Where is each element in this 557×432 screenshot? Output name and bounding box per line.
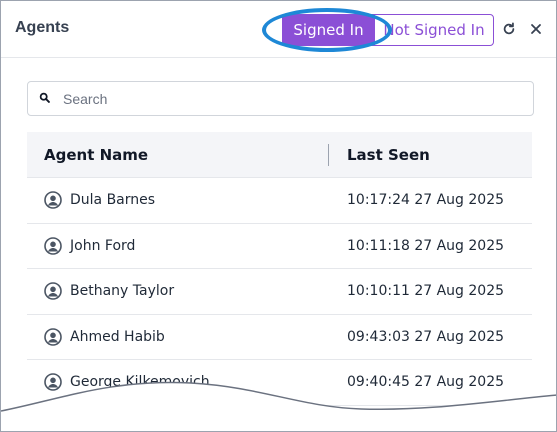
refresh-icon[interactable] [500, 20, 518, 38]
panel-title: Agents [15, 19, 70, 36]
table-row[interactable]: John Ford 10:11:18 27 Aug 2025 [27, 224, 532, 269]
table-header: Agent Name Last Seen [27, 132, 532, 178]
agent-name: Bethany Taylor [70, 283, 175, 299]
refresh-glyph [503, 22, 515, 35]
agents-panel: Agents Signed In Not Signed In Agent Nam… [0, 0, 557, 432]
signed-in-tab[interactable]: Signed In [282, 14, 375, 46]
column-header-last-seen[interactable]: Last Seen [347, 146, 430, 164]
not-signed-in-tab[interactable]: Not Signed In [374, 14, 494, 46]
user-circle-icon [44, 236, 62, 255]
last-seen: 10:11:18 27 Aug 2025 [347, 237, 505, 254]
search-icon [39, 92, 50, 103]
search-box [27, 81, 534, 116]
agent-name: John Ford [70, 237, 136, 254]
close-icon[interactable] [527, 20, 545, 38]
column-header-agent-name[interactable]: Agent Name [44, 146, 148, 164]
column-divider[interactable] [328, 144, 329, 166]
table-row[interactable]: Dula Barnes 10:17:24 27 Aug 2025 [27, 178, 532, 224]
last-seen: 10:10:11 27 Aug 2025 [347, 283, 505, 299]
agent-name: Ahmed Habib [70, 328, 165, 345]
panel-header: Agents Signed In Not Signed In [1, 1, 556, 58]
table-row[interactable]: Ahmed Habib 09:43:03 27 Aug 2025 [27, 315, 532, 360]
close-glyph [531, 24, 541, 34]
torn-edge [1, 381, 556, 431]
user-circle-icon [44, 327, 62, 346]
agent-name: Dula Barnes [70, 192, 156, 208]
last-seen: 09:43:03 27 Aug 2025 [347, 328, 505, 345]
table-row[interactable]: Bethany Taylor 10:10:11 27 Aug 2025 [27, 269, 532, 315]
user-circle-icon [44, 191, 62, 209]
last-seen: 10:17:24 27 Aug 2025 [347, 192, 505, 208]
user-circle-icon [44, 282, 62, 300]
search-input[interactable] [63, 82, 523, 115]
